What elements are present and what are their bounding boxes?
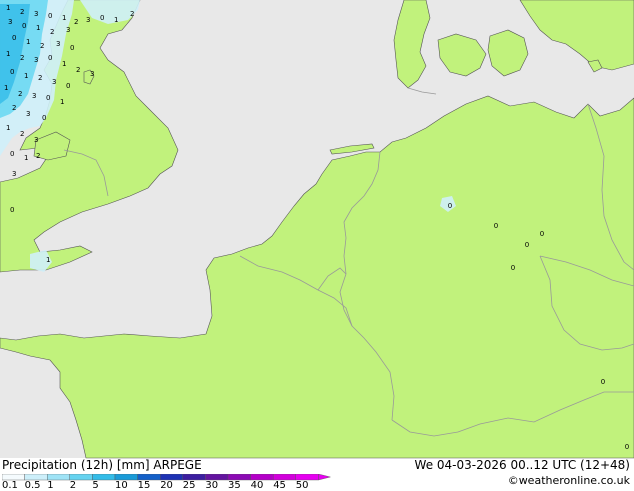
precip-number: 2 xyxy=(20,54,24,62)
precip-number: 1 xyxy=(60,98,64,106)
weather-map: 0 0 0 0 0 0 0 12301230123012301230123012… xyxy=(0,0,634,491)
precip-number: 2 xyxy=(12,104,16,112)
legend-tick-label: 10 xyxy=(115,480,128,491)
legend-tick-label: 25 xyxy=(182,480,196,491)
precip-number: 2 xyxy=(74,18,78,26)
precip-number: 1 xyxy=(62,14,66,22)
precip-number: 3 xyxy=(90,70,94,78)
precip-number: 3 xyxy=(52,78,56,86)
precip-number: 3 xyxy=(8,18,12,26)
precip-number: 3 xyxy=(32,92,36,100)
precip-number: 3 xyxy=(26,110,30,118)
map-datetime: We 04-03-2026 00..12 UTC (12+48) xyxy=(414,458,630,472)
value-marker: 0 xyxy=(540,230,544,238)
value-marker: 0 xyxy=(448,202,452,210)
precip-number: 0 xyxy=(10,150,14,158)
precip-number: 1 xyxy=(4,84,8,92)
legend-tick-label: 50 xyxy=(295,480,309,491)
precip-number: 2 xyxy=(40,42,44,50)
precip-number: 0 xyxy=(100,14,104,22)
precip-number: 2 xyxy=(130,10,134,18)
precip-number: 0 xyxy=(70,44,74,52)
precip-number: 2 xyxy=(38,74,42,82)
precip-number: 1 xyxy=(6,124,10,132)
map-canvas: 0 0 0 0 0 0 0 1 2 3 0 1 2 3 0 123 0 1 2 30 1 2 3 01 2 3 012… xyxy=(0,0,634,459)
credit-link[interactable]: ©weatheronline.co.uk xyxy=(508,474,630,487)
precip-number: 0 xyxy=(12,34,16,42)
precip-number: 3 xyxy=(34,10,38,18)
precip-number: 0 xyxy=(42,114,46,122)
precip-number: 0 xyxy=(46,94,50,102)
precip-number: 0 xyxy=(66,82,70,90)
precip-number: 1 xyxy=(36,24,40,32)
precip-number: 1 xyxy=(114,16,118,24)
precip-number: 2 xyxy=(18,90,22,98)
legend-tick-label: 2 xyxy=(69,480,77,491)
legend-tick-label: 15 xyxy=(137,480,151,491)
precip-number: 2 xyxy=(20,130,24,138)
map-title: Precipitation (12h) [mm] ARPEGE xyxy=(2,458,202,472)
legend-tick-label: 0.5 xyxy=(24,480,41,491)
legend-tick-label: 35 xyxy=(228,480,241,491)
precip-number: 0 xyxy=(10,206,14,214)
precip-number: 3 xyxy=(34,136,38,144)
legend-tick-label: 40 xyxy=(250,480,264,491)
precip-number: 1 xyxy=(6,50,10,58)
legend-tick-label: 0.1 xyxy=(2,480,18,491)
precip-number: 3 xyxy=(56,40,60,48)
precip-number: 0 xyxy=(22,22,26,30)
value-marker: 0 xyxy=(601,378,605,386)
precip-number: 2 xyxy=(20,8,24,16)
value-marker: 0 xyxy=(525,241,529,249)
precip-number: 1 xyxy=(24,72,28,80)
precip-number: 0 xyxy=(48,12,52,20)
value-marker: 0 xyxy=(494,222,498,230)
legend-tick-label: 30 xyxy=(205,480,219,491)
value-marker: 0 xyxy=(625,443,629,451)
legend-tick-label: 20 xyxy=(160,480,173,491)
legend-tick-label: 45 xyxy=(273,480,286,491)
precip-number: 3 xyxy=(66,26,70,34)
precip-number: 1 xyxy=(24,154,28,162)
precip-number: 2 xyxy=(76,66,80,74)
precip-number: 2 xyxy=(50,28,54,36)
legend-tick-label: 1 xyxy=(47,480,54,491)
value-marker: 0 xyxy=(511,264,515,272)
precip-number: 1 xyxy=(62,60,66,68)
precip-number: 3 xyxy=(34,56,38,64)
precip-number: 1 xyxy=(6,4,10,12)
precip-number: 1 xyxy=(26,38,30,46)
legend-tick-label: 5 xyxy=(92,480,99,491)
precip-number: 1 xyxy=(46,256,50,264)
precip-number: 2 xyxy=(36,152,40,160)
precip-number: 3 xyxy=(86,16,90,24)
precip-number: 3 xyxy=(12,170,16,178)
precip-number: 0 xyxy=(10,68,14,76)
precip-number: 0 xyxy=(48,54,52,62)
legend-labels: 0.1 0.5 1 2 5 10 15 20 25 30 35 40 45 50 xyxy=(0,480,340,491)
